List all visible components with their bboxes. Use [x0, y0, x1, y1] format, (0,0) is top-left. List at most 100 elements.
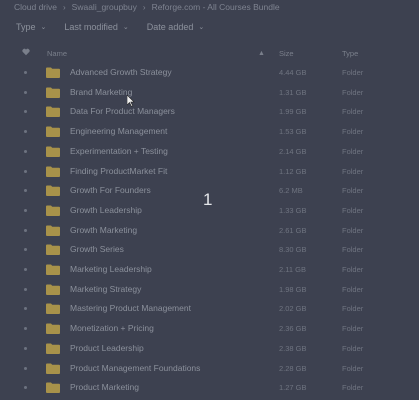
table-row[interactable]: Marketing Leadership 2.11 GB Folder	[0, 260, 419, 280]
bullet-icon	[24, 307, 27, 311]
row-name: Mastering Product Management	[70, 303, 191, 314]
row-type: Folder	[342, 343, 364, 353]
bullet-icon	[24, 327, 27, 331]
table-row[interactable]: Product Marketing 1.27 GB Folder	[0, 378, 419, 398]
table-row[interactable]: Data For Product Managers 1.99 GB Folder	[0, 102, 419, 122]
date-added-filter-label: Date added	[146, 22, 194, 32]
row-size: 8.30 GB	[279, 245, 307, 255]
row-size: 2.36 GB	[279, 324, 307, 334]
row-size: 1.98 GB	[279, 284, 307, 294]
row-size: 2.14 GB	[279, 146, 307, 156]
chevron-down-icon: ⌄	[122, 24, 129, 31]
bullet-icon	[24, 287, 27, 291]
bullet-icon	[24, 268, 27, 271]
folder-icon	[46, 166, 60, 177]
row-size: 2.11 GB	[279, 265, 306, 274]
table-row[interactable]: Experimentation + Testing 2.14 GB Folder	[0, 142, 419, 162]
table-row[interactable]: Brand Marketing 1.31 GB Folder	[0, 83, 419, 103]
row-name: Marketing Strategy	[70, 283, 142, 294]
row-size: 2.28 GB	[279, 363, 307, 373]
folder-icon	[46, 303, 60, 315]
chevron-down-icon: ⌄	[40, 24, 47, 31]
row-name: Engineering Management	[70, 126, 168, 137]
row-size: 1.12 GB	[279, 166, 307, 176]
table-row[interactable]: Engineering Management 1.53 GB Folder	[0, 122, 419, 142]
folder-icon	[46, 185, 60, 197]
chevron-right-icon: ›	[142, 2, 146, 12]
folder-icon	[46, 382, 60, 394]
name-column-header[interactable]: Name	[47, 49, 67, 58]
row-type: Folder	[342, 68, 364, 77]
folder-icon	[46, 146, 60, 157]
row-name: Data For Product Managers	[70, 106, 175, 117]
row-size: 1.31 GB	[279, 87, 307, 97]
folder-icon	[46, 67, 60, 78]
row-size: 2.61 GB	[279, 225, 307, 235]
type-filter-label: Type	[16, 22, 36, 32]
row-name: Growth Series	[70, 244, 124, 255]
type-column-header[interactable]: Type	[342, 49, 358, 58]
breadcrumb-cloud-drive[interactable]: Cloud drive	[14, 2, 57, 12]
row-type: Folder	[342, 87, 364, 97]
type-filter[interactable]: Type ⌄	[16, 22, 46, 32]
breadcrumb-groupbuy[interactable]: Swaali_groupbuy	[72, 2, 137, 12]
folder-icon	[46, 87, 60, 98]
row-name: Brand Marketing	[70, 86, 133, 97]
folder-icon	[46, 323, 60, 335]
folder-icon	[46, 363, 60, 374]
filter-bar: Type ⌄ Last modified ⌄ Date added ⌄	[0, 18, 204, 36]
row-type: Folder	[342, 284, 364, 294]
row-name: Experimentation + Testing	[70, 145, 168, 156]
row-type: Folder	[342, 225, 364, 235]
row-type: Folder	[342, 127, 364, 137]
bullet-icon	[24, 71, 27, 74]
table-row[interactable]: Mastering Product Management 2.02 GB Folde…	[0, 299, 419, 319]
row-size: 4.44 GB	[279, 68, 307, 77]
bullet-icon	[24, 366, 27, 370]
row-type: Folder	[342, 166, 364, 176]
row-size: 2.02 GB	[279, 304, 307, 314]
breadcrumb: Cloud drive › Swaali_groupbuy › Reforge.…	[0, 0, 419, 14]
bullet-icon	[24, 110, 27, 114]
table-row[interactable]: Marketing Strategy 1.98 GB Folder	[0, 280, 419, 300]
bullet-icon	[24, 90, 27, 94]
chevron-right-icon: ›	[63, 2, 66, 12]
folder-icon	[46, 284, 60, 295]
folder-icon	[46, 343, 60, 354]
row-name: Advanced Growth Strategy	[70, 67, 172, 77]
folder-icon	[46, 126, 60, 138]
row-size: 1.99 GB	[279, 107, 307, 117]
table-row[interactable]: Growth Series 8.30 GB Folder	[0, 240, 419, 260]
bullet-icon	[24, 130, 27, 134]
row-type: Folder	[342, 363, 364, 373]
size-column-header[interactable]: Size	[279, 49, 294, 58]
row-size: 1.27 GB	[279, 383, 307, 393]
bullet-icon	[24, 208, 27, 212]
table-header: Name ▲ Size Type	[0, 45, 419, 61]
breadcrumb-current: Reforge.com - All Courses Bundle	[151, 2, 280, 12]
folder-icon	[46, 205, 60, 216]
chevron-down-icon: ⌄	[198, 24, 205, 31]
table-row[interactable]: Product Management Foundations 2.28 GB Fol…	[0, 359, 419, 379]
row-name: Growth Leadership	[70, 204, 142, 215]
bullet-icon	[24, 386, 27, 390]
row-name: Product Leadership	[70, 342, 144, 353]
table-row[interactable]: Growth Marketing 2.61 GB Folder	[0, 221, 419, 241]
table-row[interactable]: Product Leadership 2.38 GB Folder	[0, 339, 419, 359]
row-size: 6.2 MB	[279, 186, 303, 196]
bullet-icon	[24, 149, 27, 153]
folder-icon	[46, 106, 60, 118]
row-size: 1.33 GB	[279, 205, 307, 215]
folder-icon	[46, 225, 60, 236]
bullet-icon	[24, 189, 27, 193]
row-size: 2.38 GB	[279, 343, 307, 353]
last-modified-filter[interactable]: Last modified ⌄	[64, 22, 128, 32]
date-added-filter[interactable]: Date added ⌄	[147, 22, 204, 32]
table-row[interactable]: Monetization + Pricing 2.36 GB Folder	[0, 319, 419, 339]
table-row[interactable]: Advanced Growth Strategy 4.44 GB Folder	[0, 63, 419, 83]
row-type: Folder	[342, 304, 364, 314]
folder-icon	[46, 244, 60, 256]
table-row[interactable]: Finding ProductMarket Fit 1.12 GB Folder	[0, 162, 419, 182]
sort-up-icon[interactable]: ▲	[258, 50, 265, 57]
row-type: Folder	[342, 383, 364, 393]
